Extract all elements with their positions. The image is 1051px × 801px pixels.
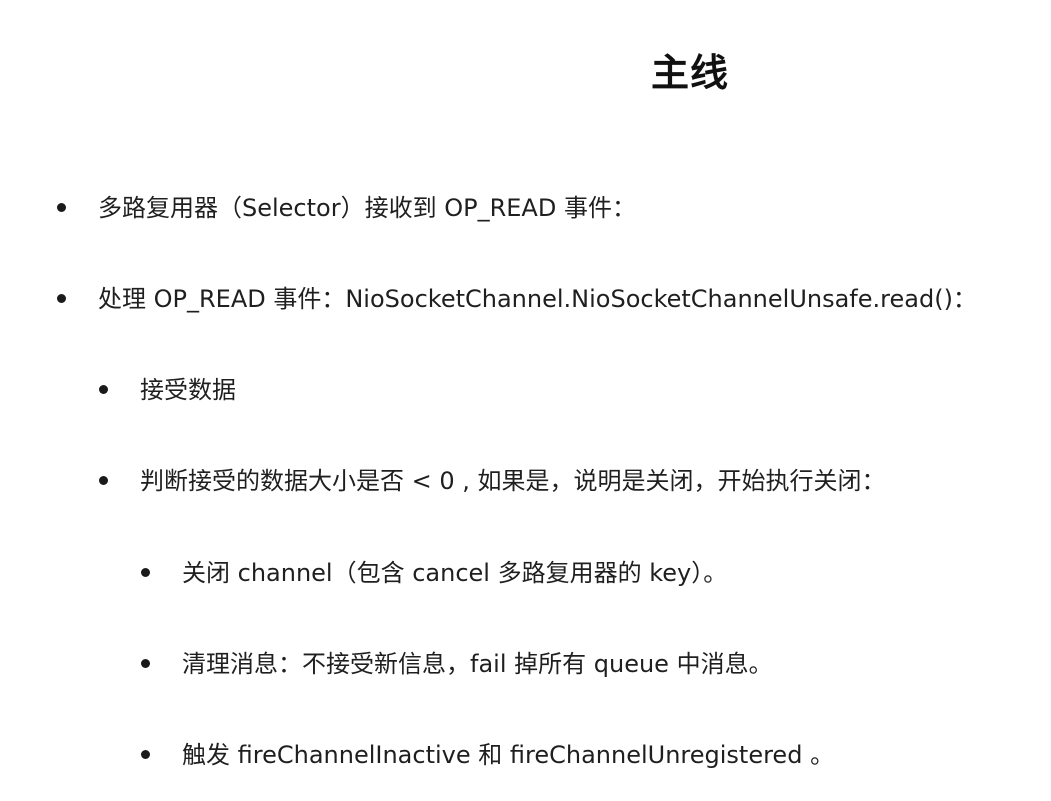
bullet-dot-icon [57, 294, 66, 303]
bullet-item-handle-read-event: 处理 OP_READ 事件：NioSocketChannel.NioSocket… [57, 281, 977, 317]
bullet-text: 处理 OP_READ 事件：NioSocketChannel.NioSocket… [98, 285, 977, 313]
bullet-text: 清理消息：不接受新信息，fail 掉所有 queue 中消息。 [182, 650, 773, 678]
bullet-text: 触发 fireChannelInactive 和 fireChannelUnre… [182, 741, 835, 769]
bullet-item-selector-read-event: 多路复用器（Selector）接收到 OP_READ 事件： [57, 190, 636, 226]
bullet-item-clean-messages: 清理消息：不接受新信息，fail 掉所有 queue 中消息。 [141, 646, 773, 682]
bullet-dot-icon [57, 203, 66, 212]
slide: 主线 多路复用器（Selector）接收到 OP_READ 事件： 处理 OP_… [0, 0, 1051, 801]
bullet-dot-icon [141, 659, 150, 668]
bullet-dot-icon [99, 476, 108, 485]
bullet-text: 判断接受的数据大小是否 < 0 , 如果是，说明是关闭，开始执行关闭： [140, 467, 886, 495]
bullet-item-check-size: 判断接受的数据大小是否 < 0 , 如果是，说明是关闭，开始执行关闭： [99, 463, 886, 499]
bullet-text: 多路复用器（Selector）接收到 OP_READ 事件： [98, 194, 636, 222]
slide-title: 主线 [650, 51, 729, 95]
bullet-item-receive-data: 接受数据 [99, 372, 236, 408]
bullet-item-close-channel: 关闭 channel（包含 cancel 多路复用器的 key）。 [141, 555, 728, 591]
bullet-dot-icon [141, 568, 150, 577]
bullet-dot-icon [141, 750, 150, 759]
bullet-dot-icon [99, 385, 108, 394]
bullet-item-fire-events: 触发 fireChannelInactive 和 fireChannelUnre… [141, 737, 835, 773]
bullet-text: 接受数据 [140, 376, 236, 404]
bullet-text: 关闭 channel（包含 cancel 多路复用器的 key）。 [182, 559, 728, 587]
